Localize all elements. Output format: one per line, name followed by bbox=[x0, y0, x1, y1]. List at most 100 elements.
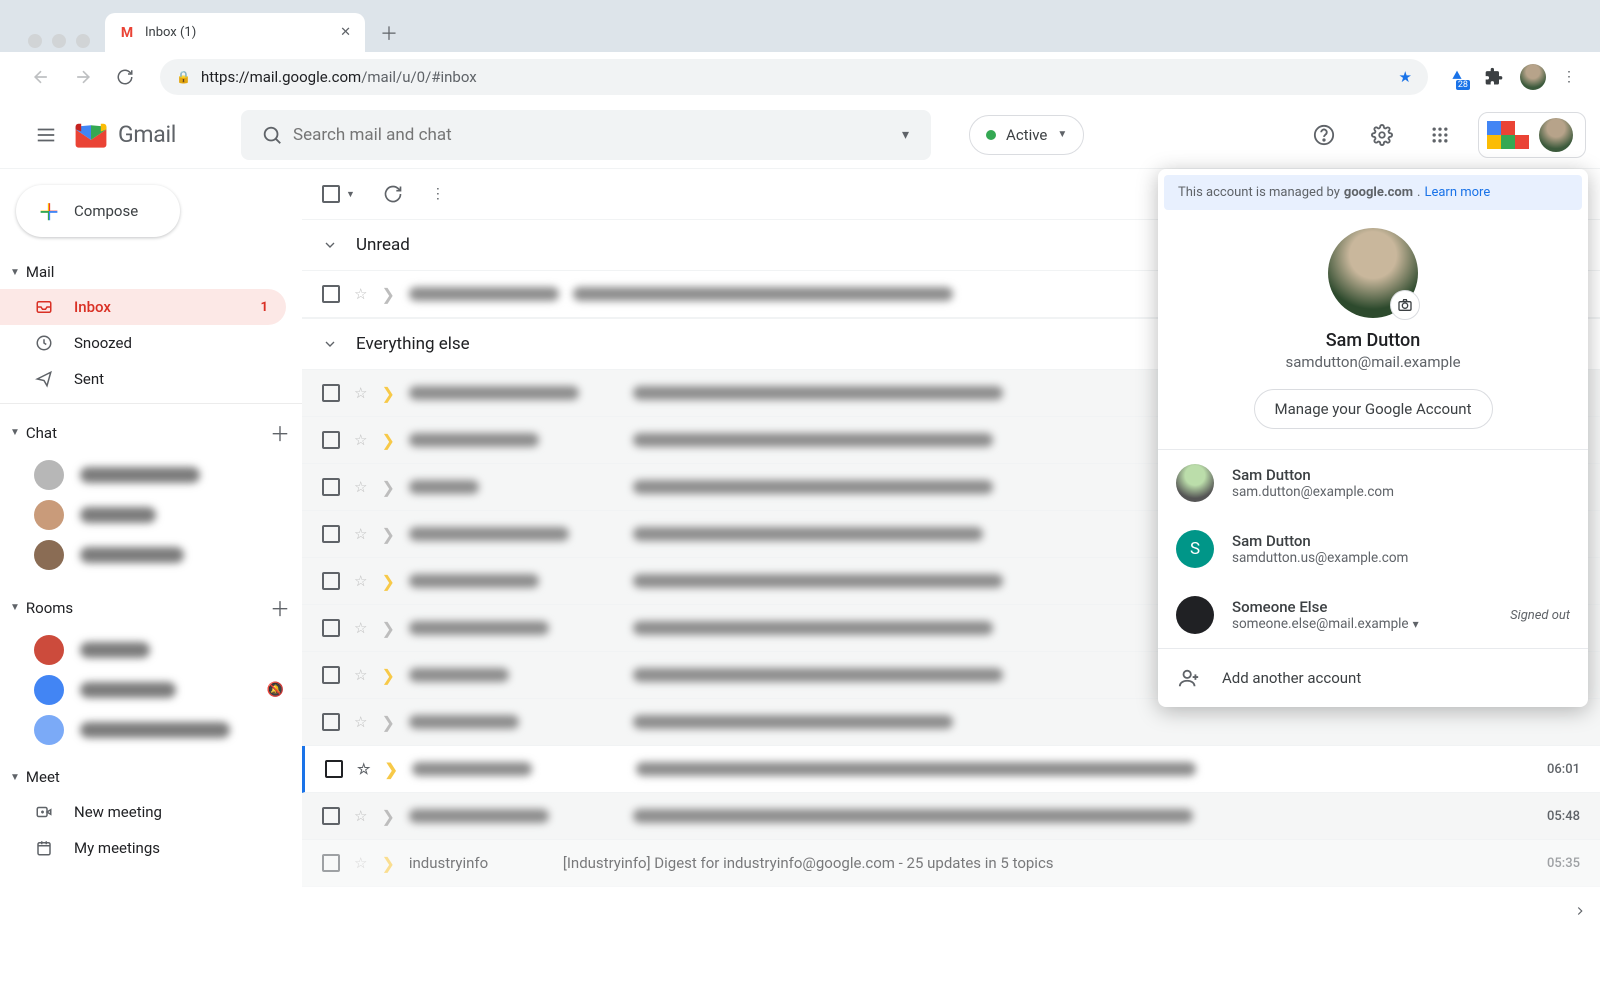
change-photo-button[interactable] bbox=[1390, 290, 1420, 320]
row-checkbox[interactable] bbox=[325, 760, 343, 778]
apps-grid-button[interactable] bbox=[1420, 115, 1460, 155]
sidebar-section-meet[interactable]: ▼ Meet bbox=[0, 760, 302, 794]
chat-item[interactable] bbox=[0, 495, 302, 535]
row-checkbox[interactable] bbox=[322, 807, 340, 825]
sidebar-section-chat[interactable]: ▼ Chat ＋ bbox=[0, 410, 302, 455]
star-icon[interactable]: ☆ bbox=[354, 807, 367, 825]
search-options-icon[interactable]: ▾ bbox=[890, 127, 921, 143]
row-checkbox[interactable] bbox=[322, 285, 340, 303]
star-icon[interactable]: ☆ bbox=[354, 854, 367, 872]
mail-time: 05:48 bbox=[1547, 809, 1580, 824]
sidebar-section-mail[interactable]: ▼ Mail bbox=[0, 255, 302, 289]
mail-row[interactable]: ☆ ❯ 06:01 bbox=[302, 746, 1600, 793]
status-chip[interactable]: Active ▼ bbox=[969, 115, 1084, 155]
forward-button[interactable] bbox=[66, 60, 100, 94]
browser-profile-avatar[interactable] bbox=[1520, 64, 1546, 90]
switch-account-row[interactable]: Someone Else someone.else@mail.example▾ … bbox=[1158, 582, 1588, 648]
sidebar-item-inbox[interactable]: Inbox 1 bbox=[0, 289, 286, 325]
back-button[interactable] bbox=[24, 60, 58, 94]
browser-tab[interactable]: M Inbox (1) ✕ bbox=[105, 13, 365, 52]
switch-account-row[interactable]: S Sam Dutton samdutton.us@example.com bbox=[1158, 516, 1588, 582]
importance-icon[interactable]: ❯ bbox=[384, 760, 397, 779]
manage-account-button[interactable]: Manage your Google Account bbox=[1254, 389, 1493, 429]
status-label: Active bbox=[1006, 126, 1047, 144]
star-icon[interactable]: ☆ bbox=[354, 619, 367, 637]
importance-icon[interactable]: ❯ bbox=[381, 285, 394, 304]
window-buttons[interactable] bbox=[28, 34, 90, 48]
mail-row[interactable]: ☆ ❯ industryinfo [Industryinfo] Digest f… bbox=[302, 840, 1600, 887]
row-checkbox[interactable] bbox=[322, 572, 340, 590]
new-tab-button[interactable]: ＋ bbox=[375, 19, 403, 47]
select-menu-caret-icon[interactable]: ▼ bbox=[346, 189, 355, 200]
importance-icon[interactable]: ❯ bbox=[381, 807, 394, 826]
room-item[interactable] bbox=[0, 630, 302, 670]
gmail-logo[interactable]: Gmail bbox=[72, 121, 176, 149]
extensions-menu-icon[interactable] bbox=[1484, 67, 1504, 87]
more-actions-button[interactable]: ⋮ bbox=[431, 186, 445, 202]
star-icon[interactable]: ☆ bbox=[354, 666, 367, 684]
chat-item[interactable] bbox=[0, 455, 302, 495]
row-checkbox[interactable] bbox=[322, 384, 340, 402]
refresh-button[interactable] bbox=[383, 184, 403, 204]
importance-icon[interactable]: ❯ bbox=[381, 431, 394, 450]
row-checkbox[interactable] bbox=[322, 854, 340, 872]
importance-icon[interactable]: ❯ bbox=[381, 854, 394, 873]
search-bar[interactable]: ▾ bbox=[241, 110, 931, 160]
row-checkbox[interactable] bbox=[322, 713, 340, 731]
row-checkbox[interactable] bbox=[322, 666, 340, 684]
importance-icon[interactable]: ❯ bbox=[381, 478, 394, 497]
sidebar-item-my-meetings[interactable]: My meetings bbox=[0, 830, 286, 866]
search-icon bbox=[251, 124, 293, 146]
reload-button[interactable] bbox=[108, 60, 142, 94]
bookmark-star-icon[interactable]: ★ bbox=[1399, 68, 1412, 86]
extension-icon[interactable]: 28 bbox=[1446, 66, 1468, 88]
address-bar[interactable]: 🔒 https://mail.google.com/mail/u/0/#inbo… bbox=[160, 59, 1428, 95]
room-item[interactable]: 🔕 bbox=[0, 670, 302, 710]
row-checkbox[interactable] bbox=[322, 525, 340, 543]
chat-item[interactable] bbox=[0, 535, 302, 575]
importance-icon[interactable]: ❯ bbox=[381, 619, 394, 638]
room-item[interactable] bbox=[0, 710, 302, 750]
sidebar-item-sent[interactable]: Sent bbox=[0, 361, 286, 397]
account-avatar-icon bbox=[1176, 464, 1214, 502]
star-icon[interactable]: ☆ bbox=[354, 713, 367, 731]
search-input[interactable] bbox=[293, 125, 890, 145]
add-account-button[interactable]: Add another account bbox=[1158, 648, 1588, 707]
mail-row[interactable]: ☆ ❯ 05:48 bbox=[302, 793, 1600, 840]
star-icon[interactable]: ☆ bbox=[354, 384, 367, 402]
importance-icon[interactable]: ❯ bbox=[381, 666, 394, 685]
star-icon[interactable]: ☆ bbox=[354, 478, 367, 496]
main-menu-button[interactable] bbox=[22, 111, 70, 159]
browser-chrome: M Inbox (1) ✕ ＋ 🔒 https://mail.google.co… bbox=[0, 0, 1600, 101]
account-email: samdutton@mail.example bbox=[1285, 353, 1460, 371]
select-all-checkbox[interactable] bbox=[322, 185, 340, 203]
sidebar-item-snoozed[interactable]: Snoozed bbox=[0, 325, 286, 361]
mail-time: 05:35 bbox=[1547, 856, 1580, 871]
workspace-brand-switcher[interactable] bbox=[1478, 112, 1586, 158]
sidebar-section-rooms[interactable]: ▼ Rooms ＋ bbox=[0, 585, 302, 630]
importance-icon[interactable]: ❯ bbox=[381, 525, 394, 544]
star-icon[interactable]: ☆ bbox=[354, 572, 367, 590]
importance-icon[interactable]: ❯ bbox=[381, 384, 394, 403]
row-checkbox[interactable] bbox=[322, 619, 340, 637]
learn-more-link[interactable]: Learn more bbox=[1424, 185, 1490, 200]
star-icon[interactable]: ☆ bbox=[354, 525, 367, 543]
star-icon[interactable]: ☆ bbox=[357, 760, 370, 778]
sidebar-item-new-meeting[interactable]: New meeting bbox=[0, 794, 286, 830]
settings-button[interactable] bbox=[1362, 115, 1402, 155]
star-icon[interactable]: ☆ bbox=[354, 431, 367, 449]
compose-button[interactable]: ＋ Compose bbox=[16, 185, 180, 237]
side-panel-toggle[interactable] bbox=[1558, 889, 1600, 933]
importance-icon[interactable]: ❯ bbox=[381, 572, 394, 591]
browser-menu-icon[interactable]: ⋮ bbox=[1562, 69, 1576, 85]
close-tab-icon[interactable]: ✕ bbox=[340, 25, 351, 40]
row-checkbox[interactable] bbox=[322, 431, 340, 449]
switch-account-row[interactable]: Sam Dutton sam.dutton@example.com bbox=[1158, 450, 1588, 516]
row-checkbox[interactable] bbox=[322, 478, 340, 496]
importance-icon[interactable]: ❯ bbox=[381, 713, 394, 732]
add-room-button[interactable]: ＋ bbox=[270, 593, 290, 622]
add-chat-button[interactable]: ＋ bbox=[270, 418, 290, 447]
star-icon[interactable]: ☆ bbox=[354, 285, 367, 303]
account-avatar[interactable] bbox=[1539, 118, 1573, 152]
support-button[interactable] bbox=[1304, 115, 1344, 155]
